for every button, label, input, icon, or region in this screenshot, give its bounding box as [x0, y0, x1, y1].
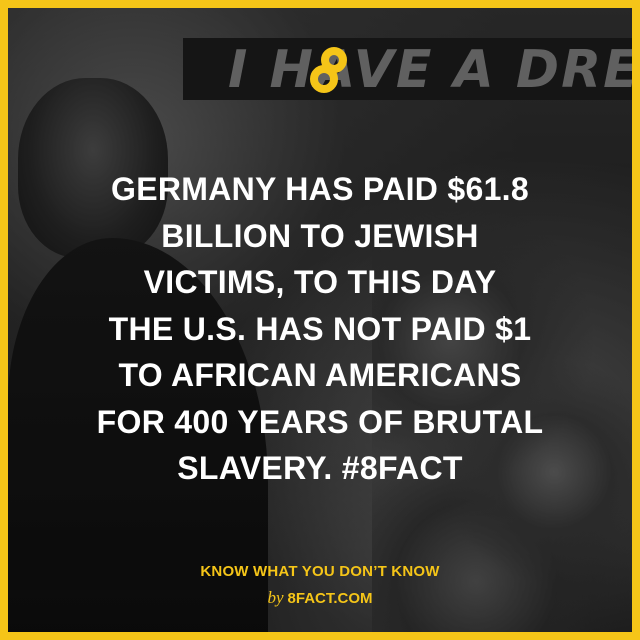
byline-by: by — [267, 588, 284, 607]
8fact-logo-icon — [310, 47, 347, 93]
tagline: KNOW WHAT YOU DON’T KNOW — [200, 563, 440, 580]
fact-text: GERMANY HAS PAID $61.8 BILLION TO JEWISH… — [8, 166, 632, 492]
fact-line: SLAVERY. #8FACT — [177, 450, 463, 486]
byline: by 8FACT.COM — [8, 588, 632, 608]
fact-line: GERMANY HAS PAID $61.8 — [111, 171, 529, 207]
site-link[interactable]: 8FACT.COM — [288, 590, 373, 607]
fact-line: BILLION TO JEWISH — [161, 217, 479, 254]
post-frame: I HAVE A DREA GERMANY HAS PAID $61.8 BIL… — [0, 0, 640, 640]
fact-line: VICTIMS, TO THIS DAY — [143, 264, 497, 300]
fact-line: THE U.S. HAS NOT PAID $1 — [108, 310, 532, 347]
fact-line: TO AFRICAN AMERICANS — [118, 357, 522, 393]
fact-line: FOR 400 YEARS OF BRUTAL — [96, 403, 544, 440]
